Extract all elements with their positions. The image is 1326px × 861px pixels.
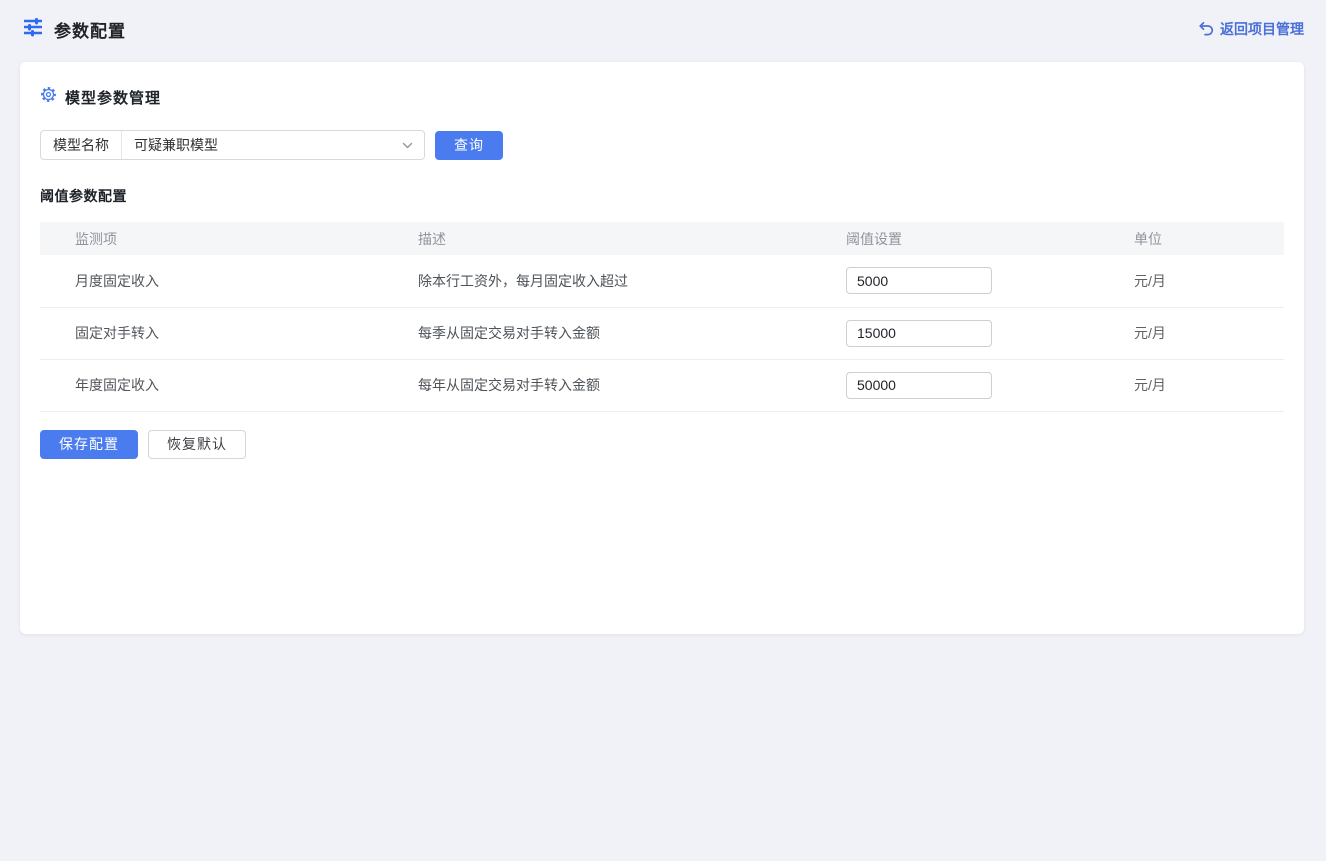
table-row: 年度固定收入 每年从固定交易对手转入金额 元/月 <box>40 359 1284 411</box>
column-header-unit: 单位 <box>1124 222 1284 255</box>
threshold-section-title: 阈值参数配置 <box>40 186 1284 206</box>
unit-cell: 元/月 <box>1124 359 1284 411</box>
threshold-input[interactable] <box>846 267 992 294</box>
threshold-input[interactable] <box>846 372 992 399</box>
page-heading: 参数配置 <box>22 16 126 43</box>
model-parameter-card: 模型参数管理 模型名称 可疑兼职模型 查询 阈值参数配置 监测项 描述 阈值设置… <box>20 62 1304 634</box>
gear-icon <box>40 86 57 108</box>
model-name-selected-value: 可疑兼职模型 <box>122 135 391 155</box>
unit-cell: 元/月 <box>1124 255 1284 307</box>
description-cell: 除本行工资外，每月固定收入超过 <box>408 255 836 307</box>
card-title: 模型参数管理 <box>65 87 161 108</box>
threshold-cell <box>836 255 1124 307</box>
sliders-icon <box>22 16 44 43</box>
chevron-down-icon <box>391 139 424 152</box>
table-header-row: 监测项 描述 阈值设置 单位 <box>40 222 1284 255</box>
card-header: 模型参数管理 <box>40 86 1284 108</box>
monitor-item-cell: 月度固定收入 <box>40 255 408 307</box>
threshold-input[interactable] <box>846 320 992 347</box>
model-query-form: 模型名称 可疑兼职模型 查询 <box>40 130 1284 160</box>
threshold-cell <box>836 307 1124 359</box>
page-title: 参数配置 <box>54 17 126 42</box>
query-button[interactable]: 查询 <box>435 131 503 160</box>
threshold-table: 监测项 描述 阈值设置 单位 月度固定收入 除本行工资外，每月固定收入超过 元/… <box>40 222 1284 412</box>
restore-default-button[interactable]: 恢复默认 <box>148 430 246 459</box>
top-bar: 参数配置 返回项目管理 <box>0 0 1326 58</box>
table-row: 固定对手转入 每季从固定交易对手转入金额 元/月 <box>40 307 1284 359</box>
unit-cell: 元/月 <box>1124 307 1284 359</box>
back-to-project-link[interactable]: 返回项目管理 <box>1198 19 1304 39</box>
save-config-button[interactable]: 保存配置 <box>40 430 138 459</box>
description-cell: 每年从固定交易对手转入金额 <box>408 359 836 411</box>
monitor-item-cell: 固定对手转入 <box>40 307 408 359</box>
return-arrow-icon <box>1198 21 1214 37</box>
column-header-item: 监测项 <box>40 222 408 255</box>
column-header-desc: 描述 <box>408 222 836 255</box>
model-name-label: 模型名称 <box>41 131 122 159</box>
threshold-cell <box>836 359 1124 411</box>
table-row: 月度固定收入 除本行工资外，每月固定收入超过 元/月 <box>40 255 1284 307</box>
actions-bar: 保存配置 恢复默认 <box>40 430 1284 459</box>
back-link-label: 返回项目管理 <box>1220 19 1304 39</box>
column-header-threshold: 阈值设置 <box>836 222 1124 255</box>
model-name-select[interactable]: 模型名称 可疑兼职模型 <box>40 130 425 160</box>
description-cell: 每季从固定交易对手转入金额 <box>408 307 836 359</box>
monitor-item-cell: 年度固定收入 <box>40 359 408 411</box>
